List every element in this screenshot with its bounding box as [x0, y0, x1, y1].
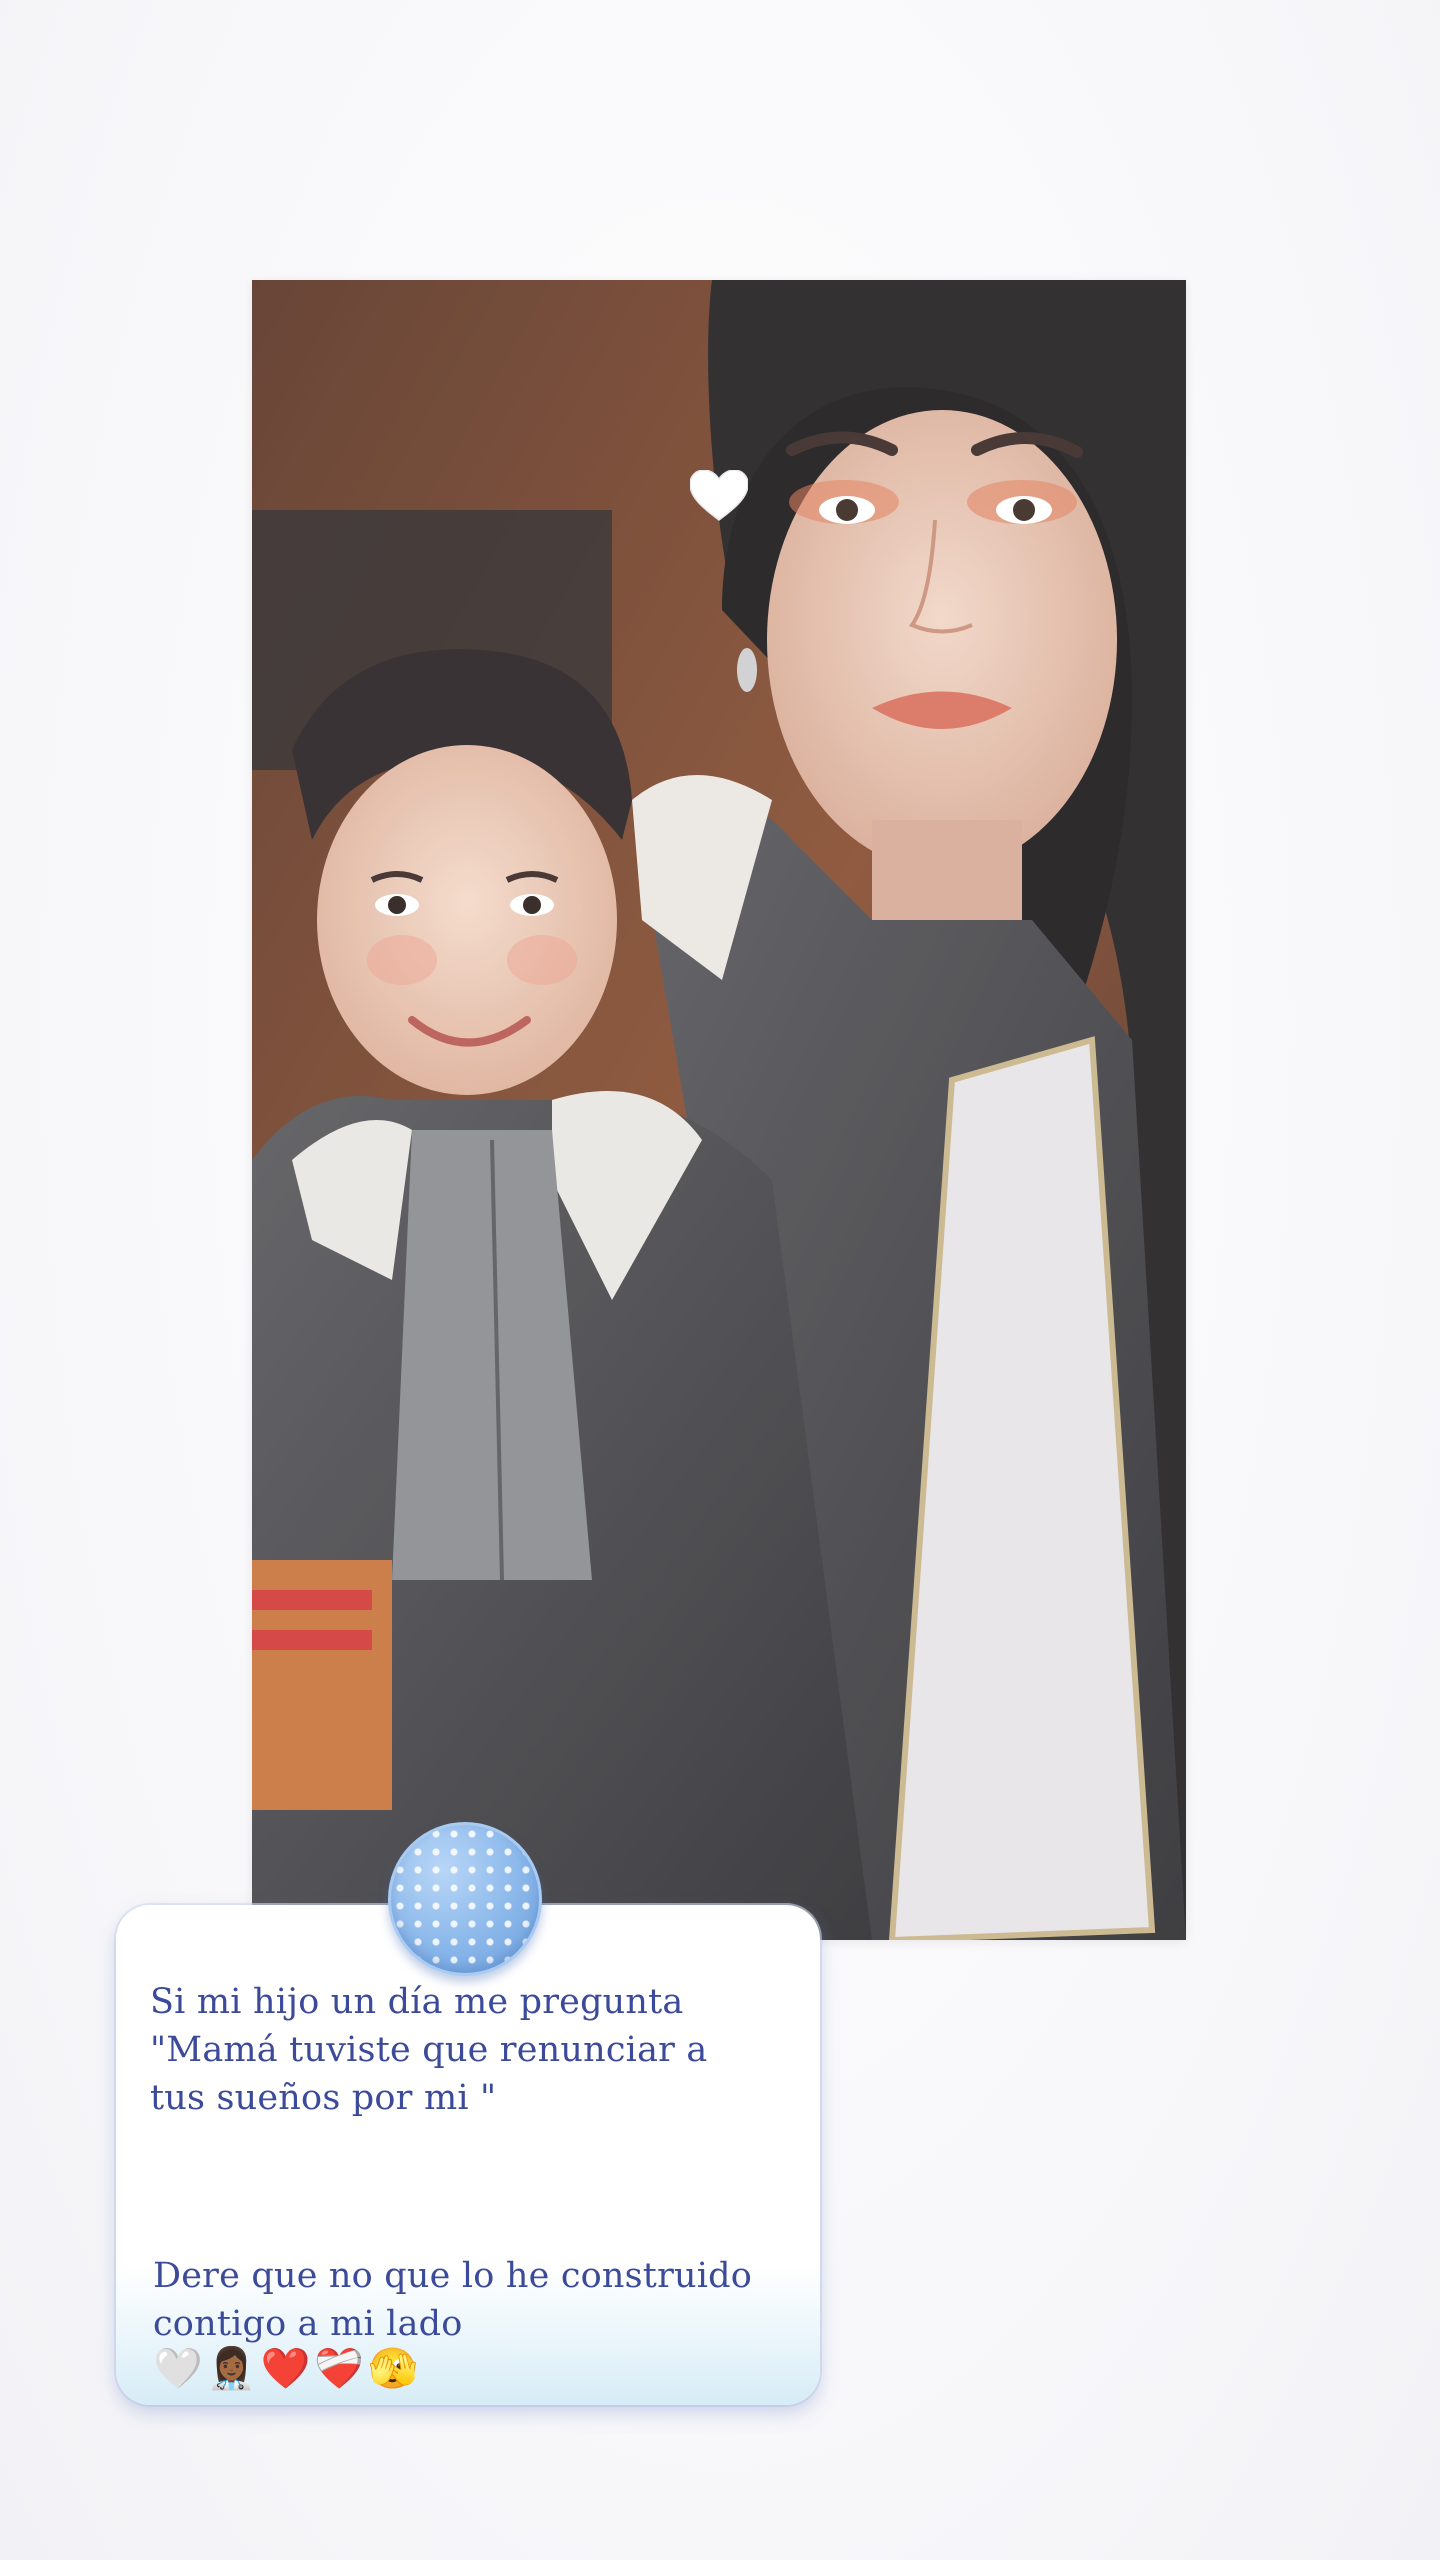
emoji-row: 🤍👩🏾‍⚕️❤️❤️‍🩹🫣 — [153, 2346, 423, 2392]
pushpin-icon — [388, 1822, 542, 1976]
photo-illustration — [252, 280, 1186, 1940]
note-answer-text: Dere que no que lo he construido contigo… — [153, 2256, 753, 2344]
heart-icon — [690, 470, 748, 521]
photo — [252, 280, 1186, 1940]
story-canvas: Si mi hijo un día me pregunta "Mamá tuvi… — [0, 0, 1440, 2560]
note-question-text: Si mi hijo un día me pregunta "Mamá tuvi… — [150, 1982, 708, 2118]
